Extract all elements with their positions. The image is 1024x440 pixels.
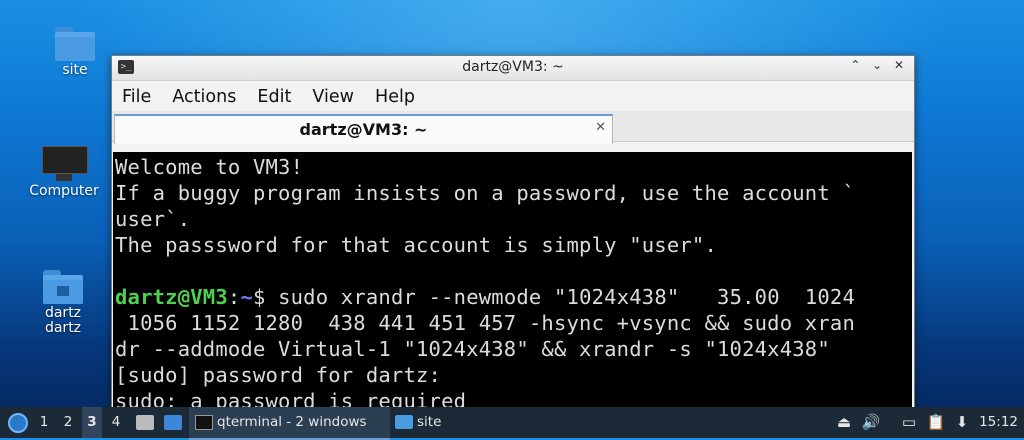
file-manager-icon xyxy=(136,415,154,430)
menu-edit[interactable]: Edit xyxy=(249,81,299,107)
computer-icon xyxy=(39,146,89,182)
clipboard-icon[interactable]: 📋 xyxy=(926,407,946,438)
desktop-icon-label: dartz dartz xyxy=(44,305,82,336)
task-label: qterminal - 2 windows xyxy=(217,414,367,430)
menu-view[interactable]: View xyxy=(304,81,362,107)
close-button[interactable]: ✕ xyxy=(890,58,908,72)
eject-icon[interactable]: ⏏ xyxy=(834,407,854,438)
tab-close-icon[interactable]: ✕ xyxy=(595,120,606,135)
tab-terminal[interactable]: dartz@VM3: ~ ✕ xyxy=(114,114,613,144)
lxqt-logo-icon xyxy=(8,413,28,433)
menu-actions[interactable]: Actions xyxy=(164,81,244,107)
file-manager-launcher[interactable] xyxy=(134,407,156,438)
folder-icon xyxy=(55,27,95,61)
workspace-2[interactable]: 2 xyxy=(58,407,78,438)
command-text: dr --addmode Virtual-1 "1024x438" && xra… xyxy=(115,337,830,361)
tab-bar: dartz@VM3: ~ ✕ xyxy=(112,111,914,144)
workspace-1[interactable]: 1 xyxy=(34,407,54,438)
task-qterminal[interactable]: qterminal - 2 windows xyxy=(189,407,390,440)
prompt-path: ~ xyxy=(240,285,253,309)
menubar: File Actions Edit View Help xyxy=(112,81,914,111)
command-text: sudo xrandr --newmode "1024x438" 35.00 1… xyxy=(265,285,856,309)
window-titlebar[interactable]: >_ dartz@VM3: ~ ⌃ ⌄ ✕ xyxy=(112,56,914,81)
workspace-3[interactable]: 3 xyxy=(82,407,102,438)
folder-icon xyxy=(395,415,413,429)
terminal-icon xyxy=(195,414,213,430)
command-text: 1056 1152 1280 438 441 451 457 -hsync +v… xyxy=(115,311,855,335)
minimize-button[interactable]: ⌃ xyxy=(846,58,864,72)
start-menu-button[interactable] xyxy=(4,407,28,438)
maximize-button[interactable]: ⌄ xyxy=(868,58,886,72)
show-desktop-button[interactable] xyxy=(162,407,184,438)
output-line: sudo: a password is required xyxy=(115,389,467,408)
update-notifier-icon[interactable]: ⬇ xyxy=(952,407,972,438)
desktop-icon-home[interactable]: dartz dartz xyxy=(18,270,108,336)
clock[interactable]: 15:12 xyxy=(979,407,1018,438)
task-site[interactable]: site xyxy=(389,407,515,438)
taskbar: 1 2 3 4 qterminal - 2 windows site ⏏ 🔊 ▭… xyxy=(0,407,1024,440)
prompt-user: dartz@VM3 xyxy=(115,285,228,309)
volume-icon[interactable]: 🔊 xyxy=(860,407,882,438)
desktop-icon xyxy=(164,415,182,430)
terminal-line: user`. xyxy=(115,207,191,231)
terminal-output[interactable]: Welcome to VM3! If a buggy program insis… xyxy=(113,152,912,408)
terminal-window[interactable]: >_ dartz@VM3: ~ ⌃ ⌄ ✕ File Actions Edit … xyxy=(111,55,915,409)
desktop-icon-label: site xyxy=(62,62,88,78)
prompt-symbol: $ xyxy=(252,285,266,309)
home-folder-icon xyxy=(43,270,83,304)
tab-label: dartz@VM3: ~ xyxy=(299,120,428,139)
prompt-separator: : xyxy=(227,285,241,309)
workspace-4[interactable]: 4 xyxy=(106,407,126,438)
terminal-line: If a buggy program insists on a password… xyxy=(115,181,855,205)
desktop-icon-computer[interactable]: Computer xyxy=(19,146,109,199)
output-line: [sudo] password for dartz: xyxy=(115,363,442,387)
desktop-icon-site[interactable]: site xyxy=(30,27,120,78)
terminal-line: Welcome to VM3! xyxy=(115,155,304,179)
task-label: site xyxy=(417,414,442,430)
terminal-line: The passsword for that account is simply… xyxy=(115,233,718,257)
desktop-icon-label: Computer xyxy=(29,183,99,199)
menu-file[interactable]: File xyxy=(112,81,159,107)
window-title: dartz@VM3: ~ xyxy=(462,59,564,75)
menu-help[interactable]: Help xyxy=(367,81,423,107)
network-icon[interactable]: ▭ xyxy=(898,407,920,438)
